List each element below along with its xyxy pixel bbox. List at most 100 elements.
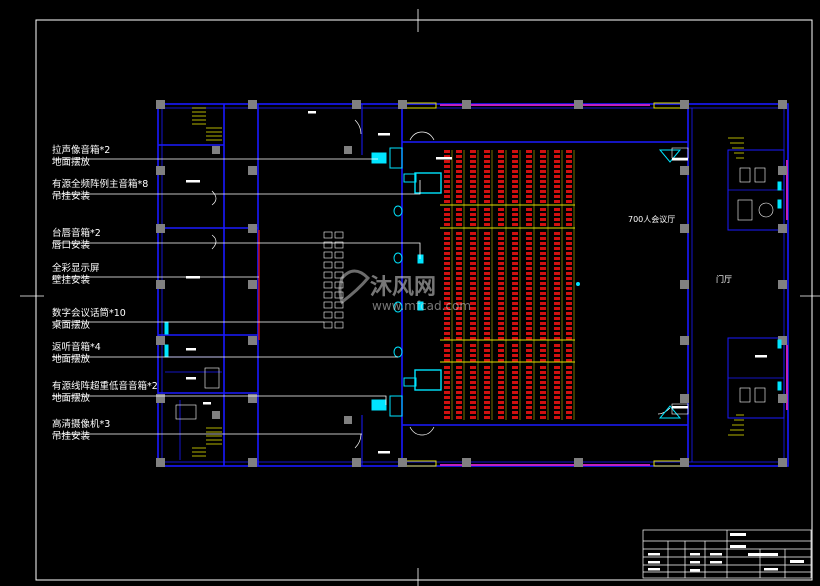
seat — [554, 242, 560, 245]
legend-item-title: 拉声像音箱*2 — [52, 144, 110, 156]
seat — [456, 344, 462, 347]
seat — [456, 272, 462, 275]
seat — [498, 317, 504, 320]
seat — [498, 223, 504, 226]
seat — [498, 376, 504, 379]
seat — [498, 287, 504, 290]
seat — [484, 312, 490, 315]
seat — [470, 208, 476, 211]
seat — [512, 180, 518, 183]
seat — [554, 267, 560, 270]
seat — [554, 237, 560, 240]
seat — [512, 332, 518, 335]
seat — [566, 185, 572, 188]
seat — [566, 376, 572, 379]
seat — [444, 257, 450, 260]
seat — [540, 396, 546, 399]
seat — [470, 354, 476, 357]
seat — [484, 396, 490, 399]
seat — [540, 185, 546, 188]
seat — [456, 376, 462, 379]
seat — [456, 282, 462, 285]
seat — [470, 247, 476, 250]
legend-item-sub: 壁挂安装 — [52, 274, 91, 286]
column — [248, 166, 257, 175]
seat — [540, 262, 546, 265]
seat — [456, 411, 462, 414]
seat — [554, 165, 560, 168]
seat — [484, 170, 490, 173]
seat — [484, 150, 490, 153]
seat — [554, 252, 560, 255]
seat — [456, 354, 462, 357]
seat — [512, 396, 518, 399]
seat — [540, 302, 546, 305]
seat — [444, 160, 450, 163]
seat — [566, 386, 572, 389]
seat — [484, 376, 490, 379]
seat — [484, 165, 490, 168]
seat — [526, 262, 532, 265]
seat — [444, 170, 450, 173]
seat — [470, 218, 476, 221]
column — [156, 100, 165, 109]
column — [156, 458, 165, 467]
legend-item-sub: 唇口安装 — [52, 239, 91, 251]
seat — [484, 322, 490, 325]
seat — [512, 381, 518, 384]
column — [248, 458, 257, 467]
mic-unit — [334, 261, 344, 269]
column — [248, 280, 257, 289]
seat — [498, 344, 504, 347]
seat — [554, 292, 560, 295]
seat — [444, 175, 450, 178]
watermark: 沐风网 www.mfcad.com — [338, 269, 471, 313]
seat — [512, 344, 518, 347]
seat — [526, 165, 532, 168]
mic-seat — [323, 301, 333, 309]
column — [248, 394, 257, 403]
seat — [512, 406, 518, 409]
title-block — [642, 529, 812, 579]
seat — [470, 344, 476, 347]
seat — [512, 376, 518, 379]
seat — [456, 155, 462, 158]
column — [156, 166, 165, 175]
column — [212, 411, 220, 419]
legend-item-title: 数字会议话筒*10 — [52, 307, 126, 319]
seat — [526, 208, 532, 211]
seat — [540, 317, 546, 320]
seat — [470, 411, 476, 414]
seat — [498, 322, 504, 325]
seat — [512, 267, 518, 270]
seat — [498, 180, 504, 183]
seat — [540, 307, 546, 310]
seat — [540, 416, 546, 419]
seat — [498, 277, 504, 280]
seat — [498, 307, 504, 310]
seat — [566, 327, 572, 330]
seat — [470, 252, 476, 255]
seat — [554, 287, 560, 290]
seat — [484, 155, 490, 158]
seat — [526, 386, 532, 389]
seat — [512, 150, 518, 153]
seat — [444, 165, 450, 168]
seat — [456, 416, 462, 419]
seat — [456, 232, 462, 235]
seat — [512, 317, 518, 320]
seat — [526, 411, 532, 414]
seat — [540, 344, 546, 347]
seat — [540, 170, 546, 173]
mic-seat — [323, 311, 333, 319]
seat — [526, 257, 532, 260]
seat — [540, 223, 546, 226]
seat — [498, 411, 504, 414]
seat — [444, 344, 450, 347]
seat — [444, 232, 450, 235]
seat — [444, 223, 450, 226]
seat — [470, 155, 476, 158]
seat — [512, 354, 518, 357]
seat — [512, 237, 518, 240]
seat — [470, 366, 476, 369]
